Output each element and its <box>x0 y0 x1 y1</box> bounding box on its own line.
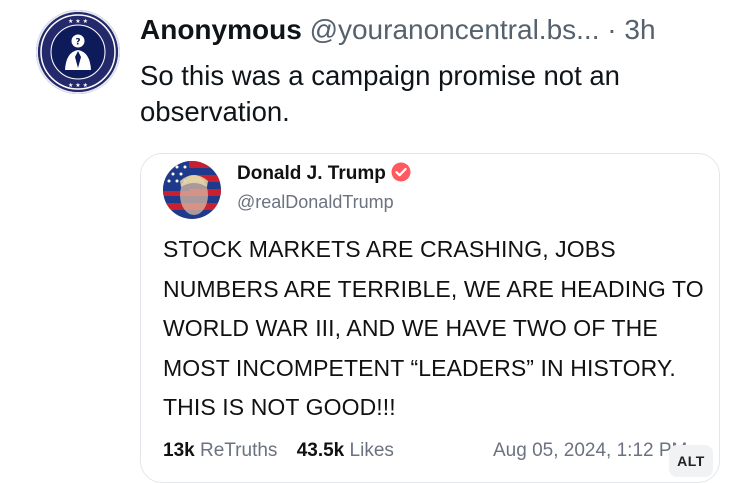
verified-badge-icon <box>391 162 411 182</box>
display-name[interactable]: Anonymous <box>140 14 302 45</box>
likes-stat: 43.5k Likes <box>297 440 394 461</box>
embed-footer: 13k ReTruths 43.5k Likes Aug 05, 2024, 1… <box>163 439 705 463</box>
embed-date: Aug 05, 2024, 1:12 PM <box>493 440 688 461</box>
post-text: So this was a campaign promise not an ob… <box>140 60 620 127</box>
retruths-count: 13k <box>163 440 195 461</box>
likes-count: 43.5k <box>296 440 345 461</box>
embed-author-name-text: Donald J. Trump <box>237 163 386 184</box>
post: ★ ★ ★ ★ ★ ★ ? Anonymous @youranoncentral… <box>0 0 750 483</box>
svg-text:?: ? <box>75 38 80 48</box>
alt-text-button[interactable]: ALT <box>669 445 713 477</box>
anonymous-logo-icon[interactable]: ★ ★ ★ ★ ★ ★ ? <box>36 10 120 94</box>
embed-author-name: Donald J. Trump <box>237 162 411 186</box>
post-time[interactable]: 3h <box>624 14 655 45</box>
svg-text:★ ★ ★: ★ ★ ★ <box>68 82 88 89</box>
embedded-image[interactable]: Donald J. Trump @realDonaldTrump STOCK M… <box>140 153 720 483</box>
post-header: Anonymous @youranoncentral.bs... · 3h <box>140 12 736 48</box>
trump-avatar-icon <box>163 161 221 219</box>
separator-dot: · <box>607 14 617 45</box>
likes-label: Likes <box>349 440 394 461</box>
retruths-stat: 13k ReTruths <box>163 440 277 461</box>
svg-text:★ ★ ★: ★ ★ ★ <box>68 18 88 25</box>
embed-author-handle: @realDonaldTrump <box>237 192 394 212</box>
embed-text: STOCK MARKETS ARE CRASHING, JOBS NUMBERS… <box>163 236 704 420</box>
retruths-label: ReTruths <box>199 440 278 461</box>
user-handle[interactable]: @youranoncentral.bs... <box>310 14 600 45</box>
